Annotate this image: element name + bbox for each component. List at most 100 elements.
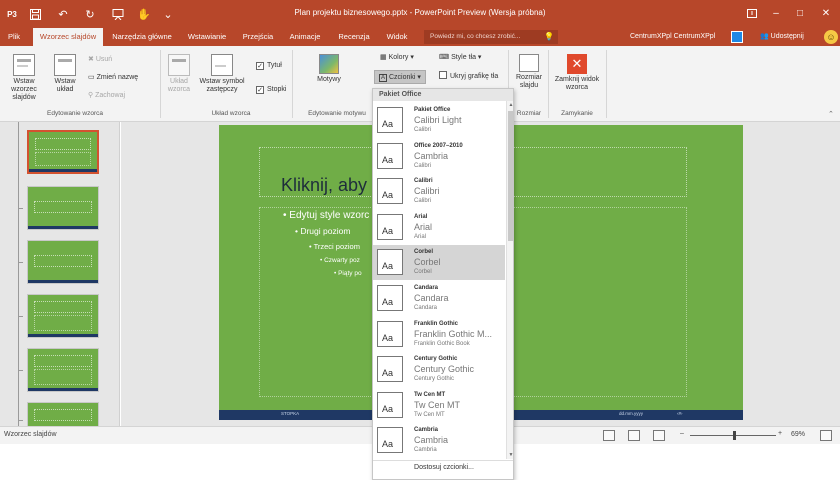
font-theme-item[interactable]: Aa Century Gothic Century Gothic Century Go… <box>373 352 505 387</box>
footer-date[interactable]: dd.mm.yyyy <box>619 411 643 416</box>
font-heading-name: Tw Cen MT <box>414 399 461 410</box>
minimize-icon[interactable]: – <box>768 5 784 21</box>
reading-view-icon[interactable] <box>653 430 665 441</box>
font-theme-item[interactable]: Aa Pakiet Office Calibri Light Calibri <box>373 103 505 138</box>
share-button[interactable]: 👥 Udostępnij <box>760 28 804 46</box>
font-theme-item[interactable]: Aa Candara Candara Candara <box>373 281 505 316</box>
title-checkbox[interactable]: ✓ Tytuł <box>256 60 282 72</box>
tab-view[interactable]: Widok <box>382 28 412 46</box>
tree-tick <box>18 208 23 209</box>
tell-me-search[interactable]: Powiedz mi, co chcesz zrobić... 💡 <box>424 30 558 44</box>
fonts-button[interactable]: A Czcionki ▾ <box>374 70 426 84</box>
hide-background-checkbox[interactable]: Ukryj grafikę tła <box>439 71 498 83</box>
scroll-down-icon[interactable]: ▼ <box>507 452 513 458</box>
background-styles-button[interactable]: ⌨ Style tła ▾ <box>439 52 481 64</box>
customize-fonts-button[interactable]: Dostosuj czcionki... <box>373 460 513 474</box>
layout-thumbnail[interactable] <box>27 294 99 338</box>
font-theme-name: Franklin Gothic <box>414 320 459 327</box>
font-theme-item[interactable]: Aa Calibri Calibri Calibri <box>373 174 505 209</box>
zoom-level[interactable]: 69% <box>791 431 805 438</box>
master-layout-button[interactable]: Układ wzorca <box>164 54 194 94</box>
insert-placeholder-button[interactable]: Wstaw symbol zastępczy <box>196 54 248 94</box>
group-edit-master-label: Edytowanie wzorca <box>47 110 103 117</box>
rename-button[interactable]: ▭ Zmień nazwę <box>88 72 138 84</box>
fit-to-window-icon[interactable] <box>820 430 832 441</box>
colors-button[interactable]: ▦ Kolory ▾ <box>380 52 414 64</box>
save-icon[interactable] <box>27 6 43 22</box>
footers-check-icon: ✓ <box>256 86 264 94</box>
tab-insert[interactable]: Wstawianie <box>182 28 232 46</box>
zoom-in-icon[interactable]: + <box>778 430 782 437</box>
layout-thumbnail[interactable] <box>27 402 99 426</box>
font-body-name: Candara <box>414 305 438 311</box>
undo-icon[interactable]: ↶ <box>55 6 71 22</box>
scroll-up-icon[interactable]: ▲ <box>507 102 513 108</box>
font-heading-name: Arial <box>414 221 433 232</box>
font-body-name: Calibri <box>414 198 432 205</box>
footers-checkbox[interactable]: ✓ Stopki <box>256 84 286 96</box>
footer-text[interactable]: STOPKA <box>281 411 299 416</box>
rename-icon: ▭ <box>88 74 97 81</box>
tab-slide-master[interactable]: Wzorzec slajdów <box>33 28 103 46</box>
font-heading-name: Franklin Gothic M... <box>414 328 493 339</box>
footer-page-number[interactable]: ‹#› <box>677 411 683 416</box>
font-theme-name: Tw Cen MT <box>414 391 446 398</box>
redo-icon[interactable]: ↻ <box>82 6 98 22</box>
tab-file[interactable]: Plik <box>4 28 24 46</box>
normal-view-icon[interactable] <box>603 430 615 441</box>
collapse-ribbon-icon[interactable]: ⌃ <box>828 110 834 118</box>
tab-home[interactable]: Narzędzia główne <box>110 28 174 46</box>
tab-animations[interactable]: Animacje <box>284 28 326 46</box>
zoom-slider-knob[interactable] <box>733 431 736 440</box>
slide-title[interactable]: Kliknij, aby e <box>281 175 382 196</box>
layout-thumbnail[interactable] <box>27 348 99 392</box>
themes-icon <box>319 54 339 74</box>
maximize-icon[interactable]: □ <box>792 5 808 21</box>
preserve-label: Zachowaj <box>95 92 126 99</box>
slide-size-button[interactable]: Rozmiar slajdu <box>514 54 544 90</box>
slideshow-icon[interactable] <box>110 6 126 22</box>
preserve-button[interactable]: ⚲ Zachowaj <box>88 90 125 102</box>
font-theme-item[interactable]: Aa Cambria Cambria Cambria <box>373 423 505 458</box>
font-theme-name: Office 2007–2010 <box>414 142 463 149</box>
feedback-smiley-icon[interactable]: ☺ <box>824 30 838 44</box>
insert-slide-master-button[interactable]: Wstaw wzorzec slajdów <box>2 54 46 102</box>
tab-review[interactable]: Recenzja <box>334 28 374 46</box>
slide-sorter-icon[interactable] <box>628 430 640 441</box>
scroll-thumb[interactable] <box>508 111 513 241</box>
delete-button[interactable]: ✖ Usuń <box>88 54 112 66</box>
themes-button[interactable]: Motywy <box>304 54 354 84</box>
level-1-text: • Edytuj style wzorc <box>283 210 370 221</box>
font-theme-item[interactable]: Aa Tw Cen MT Tw Cen MT Tw Cen MT <box>373 388 505 423</box>
zoom-out-icon[interactable]: – <box>680 430 684 437</box>
font-theme-item[interactable]: Aa Arial Arial Arial <box>373 210 505 245</box>
font-theme-item[interactable]: Aa Corbel Corbel Corbel <box>373 245 505 281</box>
close-icon[interactable]: ✕ <box>818 5 834 21</box>
ribbon-display-icon[interactable] <box>744 5 760 21</box>
font-preview-icon: Aa <box>377 320 403 347</box>
master-layout-label: Układ wzorca <box>167 78 191 94</box>
master-thumbnail[interactable] <box>27 130 99 174</box>
font-theme-name: Candara <box>414 285 439 291</box>
layout-thumbnail[interactable] <box>27 240 99 284</box>
layout-thumbnail[interactable] <box>27 186 99 230</box>
tree-line <box>18 122 19 426</box>
insert-placeholder-icon <box>211 54 233 76</box>
close-master-view-button[interactable]: ✕ Zamknij widok wzorca <box>552 54 602 92</box>
fonts-dropdown-scrollbar[interactable]: ▲ ▼ <box>506 101 513 459</box>
user-name[interactable]: CentrumXPpl CentrumXPpl <box>630 28 715 46</box>
font-theme-item[interactable]: Aa Office 2007–2010 Cambria Calibri <box>373 139 505 174</box>
user-badge-icon[interactable] <box>731 31 743 43</box>
group-size-label: Rozmiar <box>516 110 542 117</box>
tab-transitions[interactable]: Przejścia <box>240 28 276 46</box>
font-body-name: Franklin Gothic Book <box>414 340 470 347</box>
tree-tick <box>18 420 23 421</box>
more-icon[interactable]: ⌄ <box>160 6 176 22</box>
insert-layout-button[interactable]: Wstaw układ <box>50 54 80 94</box>
touch-icon[interactable]: ✋ <box>136 6 152 22</box>
font-heading-name: Calibri Light <box>414 115 462 125</box>
font-theme-item[interactable]: Aa Franklin Gothic Franklin Gothic M... Fra… <box>373 317 505 352</box>
font-theme-name: Corbel <box>414 249 434 256</box>
font-body-name: Calibri <box>414 162 432 169</box>
thumbnails-scrollbar[interactable] <box>113 124 119 424</box>
